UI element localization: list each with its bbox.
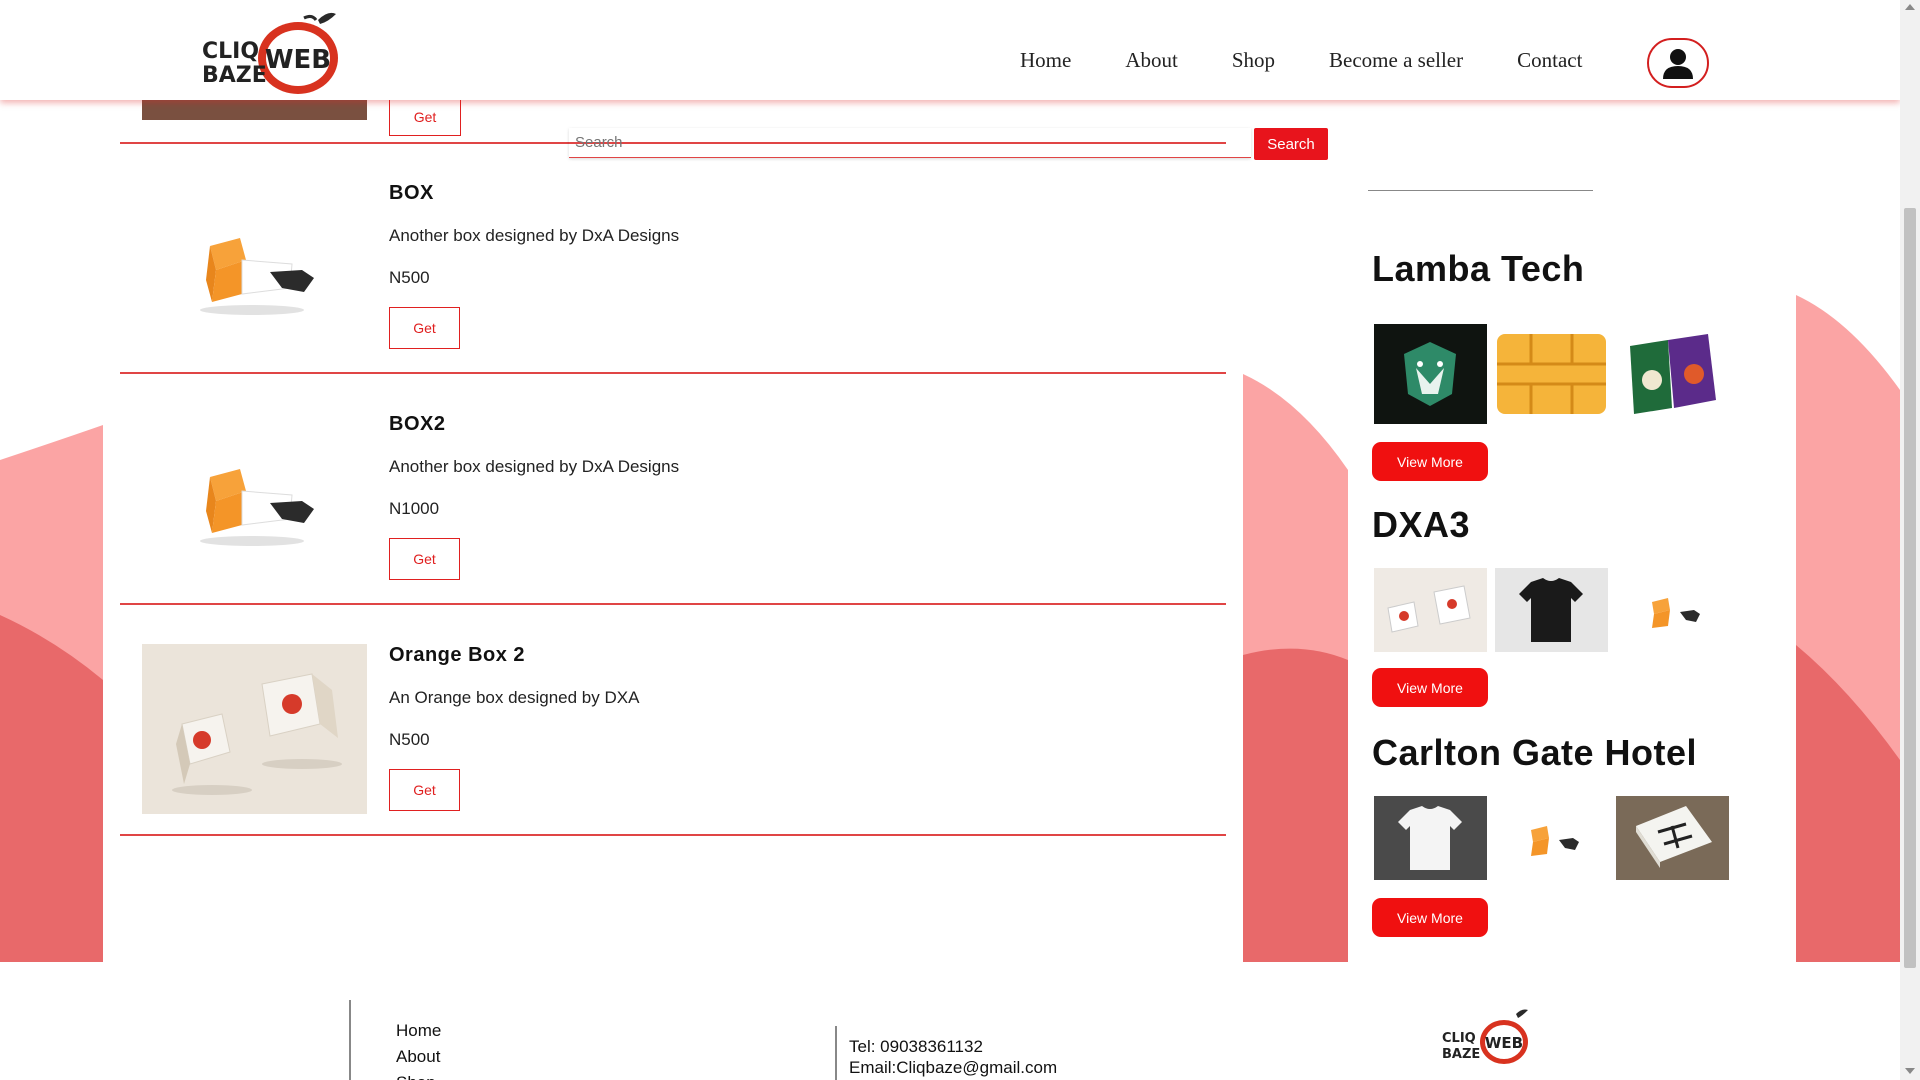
box-mockup-icon bbox=[142, 182, 367, 352]
user-icon bbox=[1663, 49, 1693, 79]
product-price: N500 bbox=[389, 730, 430, 749]
sim-chip-image[interactable] bbox=[1495, 324, 1608, 424]
get-button[interactable]: Get bbox=[389, 98, 461, 136]
view-more-button[interactable]: View More bbox=[1372, 898, 1488, 937]
list-item: Orange Box 2 An Orange box designed by D… bbox=[142, 644, 1212, 834]
list-divider bbox=[120, 603, 1226, 605]
footer-link-home[interactable]: Home bbox=[396, 1018, 441, 1044]
product-description: An Orange box designed by DXA bbox=[389, 688, 640, 707]
scroll-up-arrow-icon[interactable] bbox=[1905, 4, 1915, 10]
orange-box-image[interactable] bbox=[1616, 560, 1729, 660]
cliqbaze-logo[interactable]: WEB CLIQ BAZE bbox=[200, 6, 340, 98]
seller-card: Carlton Gate Hotel View More bbox=[1372, 732, 1792, 937]
get-button[interactable]: Get bbox=[389, 538, 460, 580]
logo-text-bottom: BAZE bbox=[202, 63, 267, 88]
seller-card: DXA3 View More bbox=[1372, 504, 1792, 707]
sidebar-divider bbox=[1368, 190, 1593, 191]
search-button[interactable]: Search bbox=[1254, 128, 1328, 160]
product-image bbox=[142, 644, 367, 814]
scrollbar-thumb[interactable] bbox=[1904, 208, 1916, 968]
user-account-button[interactable] bbox=[1647, 38, 1709, 88]
list-item: BOX Another box designed by DxA Designs … bbox=[142, 182, 1212, 372]
list-divider bbox=[120, 372, 1226, 374]
site-footer: Home About Shop Tel: 09038361132 Email:C… bbox=[0, 962, 1900, 1080]
seller-card: Lamba Tech View More bbox=[1372, 248, 1792, 481]
product-image bbox=[142, 182, 367, 352]
main-nav: Home About Shop Become a seller Contact bbox=[1020, 48, 1636, 73]
product-name: Orange Box 2 bbox=[389, 644, 526, 666]
tv-boxes-icon bbox=[142, 644, 367, 814]
search-input[interactable] bbox=[569, 128, 1251, 158]
product-image bbox=[142, 413, 367, 583]
seller-name: DXA3 bbox=[1372, 504, 1471, 545]
tiger-mascot-image[interactable] bbox=[1374, 324, 1487, 424]
product-name: BOX2 bbox=[389, 413, 446, 435]
seller-name: Lamba Tech bbox=[1372, 248, 1585, 289]
cliqbaze-boxes-image[interactable] bbox=[1374, 560, 1487, 660]
seller-name: Carlton Gate Hotel bbox=[1372, 732, 1698, 773]
footer-tel: Tel: 09038361132 bbox=[849, 1037, 983, 1056]
nav-about[interactable]: About bbox=[1125, 48, 1178, 73]
page-scrollbar[interactable] bbox=[1900, 0, 1920, 1080]
footer-logo-text-top: CLIQ bbox=[1442, 1031, 1476, 1046]
logo-text-top: CLIQ bbox=[202, 39, 259, 64]
product-name: BOX bbox=[389, 182, 434, 204]
card-stack-image[interactable] bbox=[1616, 788, 1729, 888]
box-mockup-icon bbox=[142, 413, 367, 583]
footer-link-shop[interactable]: Shop bbox=[396, 1070, 441, 1080]
view-more-button[interactable]: View More bbox=[1372, 668, 1488, 707]
list-divider bbox=[120, 834, 1226, 836]
white-tshirt-image[interactable] bbox=[1374, 788, 1487, 888]
top-item-get: Get bbox=[389, 98, 461, 136]
orange-box-image[interactable] bbox=[1495, 788, 1608, 888]
product-description: Another box designed by DxA Designs bbox=[389, 457, 680, 476]
product-description: Another box designed by DxA Designs bbox=[389, 226, 680, 245]
nav-home[interactable]: Home bbox=[1020, 48, 1071, 73]
get-button[interactable]: Get bbox=[389, 769, 460, 811]
product-image-partial bbox=[142, 100, 367, 120]
footer-link-about[interactable]: About bbox=[396, 1044, 441, 1070]
footer-divider bbox=[835, 1026, 837, 1080]
logo-badge: WEB bbox=[265, 45, 331, 75]
search-bar: Search bbox=[569, 128, 1328, 160]
footer-contact: Tel: 09038361132 Email:Cliqbaze@gmail.co… bbox=[849, 1036, 1057, 1078]
footer-logo[interactable]: WEB CLIQ BAZE bbox=[1440, 1006, 1530, 1072]
black-tshirt-image[interactable] bbox=[1495, 560, 1608, 660]
view-more-button[interactable]: View More bbox=[1372, 442, 1488, 481]
footer-links: Home About Shop bbox=[396, 1018, 441, 1080]
nav-become-a-seller[interactable]: Become a seller bbox=[1329, 48, 1463, 73]
site-header: WEB CLIQ BAZE Home About Shop Become a s… bbox=[0, 0, 1900, 100]
product-price: N500 bbox=[389, 268, 430, 287]
nav-shop[interactable]: Shop bbox=[1232, 48, 1275, 73]
footer-logo-badge: WEB bbox=[1485, 1034, 1523, 1052]
scroll-down-arrow-icon[interactable] bbox=[1905, 1068, 1915, 1074]
footer-logo-text-bottom: BAZE bbox=[1442, 1047, 1480, 1062]
nav-contact[interactable]: Contact bbox=[1517, 48, 1582, 73]
footer-divider bbox=[349, 1000, 351, 1080]
footer-email: Email:Cliqbaze@gmail.com bbox=[849, 1058, 1058, 1077]
sellers-sidebar: Lamba Tech View More DXA3 View More Carl… bbox=[1348, 100, 1796, 962]
list-item: BOX2 Another box designed by DxA Designs… bbox=[142, 413, 1212, 603]
product-price: N1000 bbox=[389, 499, 440, 518]
fuhmen-books-image[interactable] bbox=[1616, 324, 1729, 424]
get-button[interactable]: Get bbox=[389, 307, 460, 349]
